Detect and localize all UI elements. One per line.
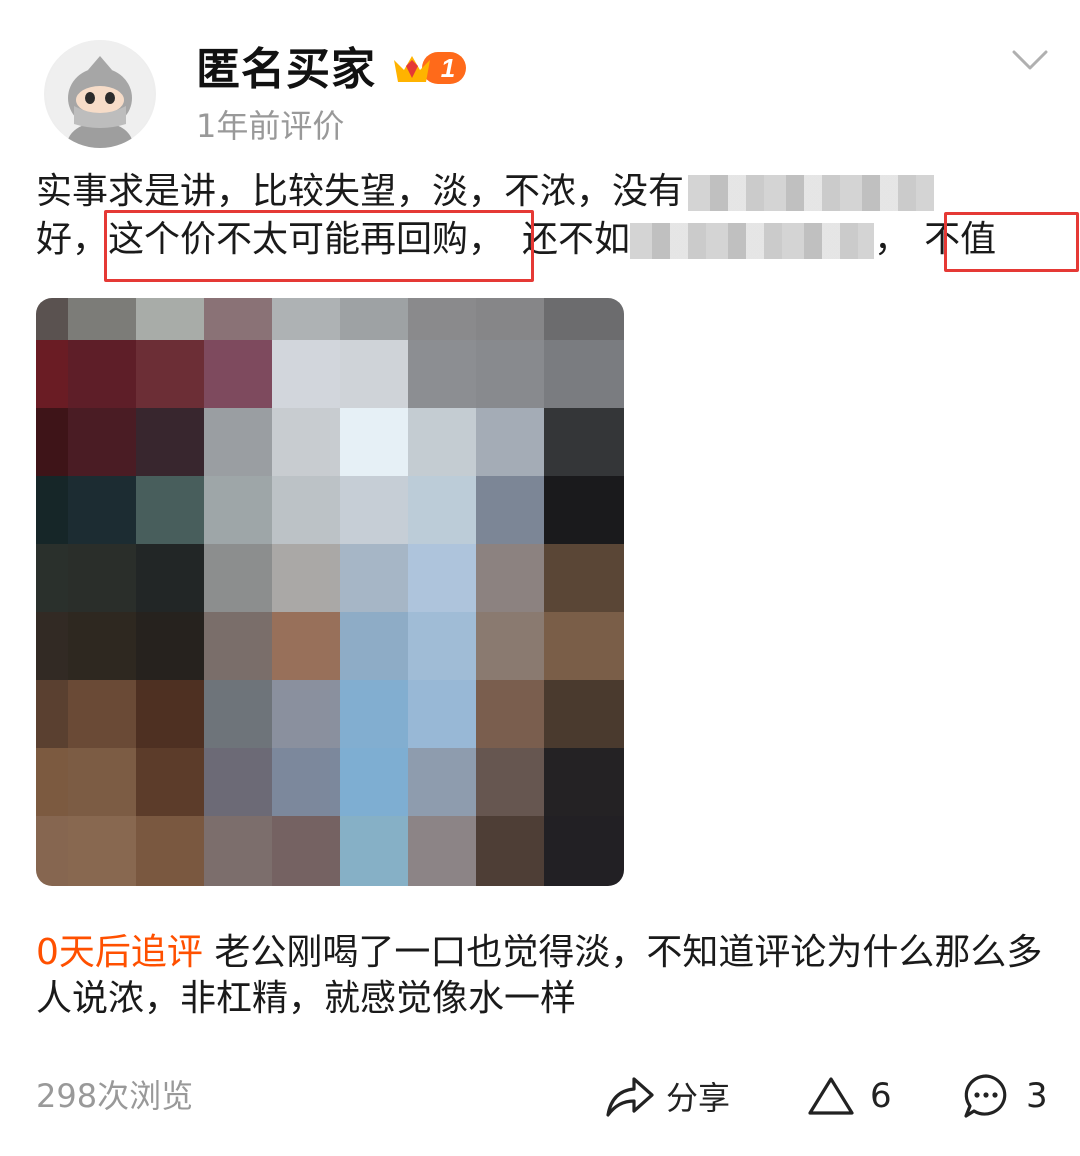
review-photo[interactable]: [36, 298, 624, 886]
view-count: 298次浏览: [36, 1077, 194, 1115]
redacted-text: [630, 223, 875, 259]
review-text-part: 实事求是讲，比较失望，淡，不浓，没有: [36, 171, 685, 212]
vip-badge: 1: [392, 50, 466, 86]
share-icon: [606, 1077, 654, 1117]
followup-review: 0天后追评 老公刚喝了一口也觉得淡，不知道评论为什么那么多人说浓，非杠精，就感觉…: [36, 930, 1046, 1022]
like-icon: [808, 1077, 854, 1115]
comment-count: 3: [1026, 1076, 1048, 1116]
avatar-icon: [46, 40, 154, 148]
redacted-text: [688, 175, 935, 211]
review-text-part: 还不如: [522, 219, 631, 260]
more-options-button[interactable]: [1008, 44, 1052, 76]
share-button[interactable]: 分享: [604, 1070, 730, 1122]
review-text-part: ，: [874, 219, 911, 260]
vip-level: 1: [440, 53, 456, 83]
review-line-1: 实事求是讲，比较失望，淡，不浓，没有: [36, 168, 1066, 216]
username[interactable]: 匿名买家: [196, 44, 376, 96]
review-time: 1年前评价: [196, 107, 345, 145]
followup-tag: 0天后追评: [36, 932, 203, 973]
comment-icon: [964, 1074, 1007, 1118]
share-label: 分享: [666, 1079, 731, 1117]
comment-button[interactable]: 3: [962, 1070, 1048, 1122]
highlight-box: [944, 212, 1079, 272]
avatar[interactable]: [44, 40, 156, 148]
like-button[interactable]: 6: [806, 1070, 892, 1122]
like-count: 6: [870, 1076, 892, 1116]
highlight-box: [104, 210, 534, 282]
pixelated-photo: [36, 298, 624, 886]
chevron-down-icon: [1012, 50, 1048, 70]
review-text-part: 好，: [36, 219, 109, 260]
